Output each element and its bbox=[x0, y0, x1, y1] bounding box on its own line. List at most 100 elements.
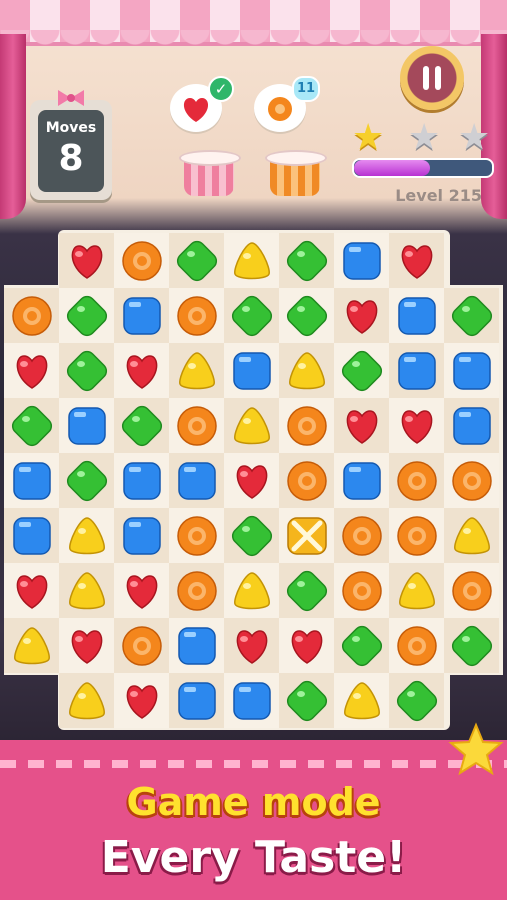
ring-candy-piece[interactable] bbox=[444, 563, 499, 618]
game-board[interactable] bbox=[4, 233, 499, 728]
heart-candy-piece[interactable] bbox=[59, 233, 114, 288]
yellow-candy-piece[interactable] bbox=[169, 343, 224, 398]
blue-candy-piece[interactable] bbox=[334, 453, 389, 508]
heart-candy-icon bbox=[71, 629, 102, 664]
blue-candy-piece[interactable] bbox=[444, 343, 499, 398]
blue-candy-piece[interactable] bbox=[59, 398, 114, 453]
banner-subtitle: Every Taste! bbox=[100, 832, 407, 883]
green-candy-piece[interactable] bbox=[224, 508, 279, 563]
ring-cup-rim bbox=[265, 150, 327, 166]
green-candy-piece[interactable] bbox=[279, 233, 334, 288]
blue-candy-piece[interactable] bbox=[114, 453, 169, 508]
ring-candy-piece[interactable] bbox=[114, 618, 169, 673]
green-candy-piece[interactable] bbox=[4, 398, 59, 453]
ring-candy-piece[interactable] bbox=[169, 398, 224, 453]
yellow-candy-piece[interactable] bbox=[224, 563, 279, 618]
yellow-candy-piece[interactable] bbox=[334, 673, 389, 728]
heart-candy-piece[interactable] bbox=[114, 563, 169, 618]
heart-candy-piece[interactable] bbox=[224, 453, 279, 508]
green-candy-piece[interactable] bbox=[279, 563, 334, 618]
yellow-candy-piece[interactable] bbox=[444, 508, 499, 563]
green-candy-piece[interactable] bbox=[59, 343, 114, 398]
blue-candy-piece[interactable] bbox=[334, 233, 389, 288]
ring-candy-piece[interactable] bbox=[169, 563, 224, 618]
heart-candy-piece[interactable] bbox=[389, 398, 444, 453]
ring-candy-piece[interactable] bbox=[279, 398, 334, 453]
heart-candy-piece[interactable] bbox=[59, 618, 114, 673]
pause-icon[interactable] bbox=[421, 64, 443, 92]
special-candy-piece[interactable] bbox=[279, 508, 334, 563]
ring-candy-icon bbox=[121, 625, 162, 666]
ring-candy-icon bbox=[176, 295, 217, 336]
yellow-candy-piece[interactable] bbox=[59, 508, 114, 563]
yellow-candy-piece[interactable] bbox=[279, 343, 334, 398]
ring-candy-icon bbox=[396, 460, 437, 501]
blue-candy-piece[interactable] bbox=[224, 673, 279, 728]
blue-candy-piece[interactable] bbox=[169, 618, 224, 673]
green-candy-icon bbox=[286, 240, 327, 281]
yellow-candy-piece[interactable] bbox=[389, 563, 444, 618]
heart-candy-piece[interactable] bbox=[334, 398, 389, 453]
green-candy-icon bbox=[286, 570, 327, 611]
ring-candy-piece[interactable] bbox=[444, 453, 499, 508]
green-candy-piece[interactable] bbox=[224, 288, 279, 343]
blue-candy-piece[interactable] bbox=[114, 288, 169, 343]
ring-candy-piece[interactable] bbox=[279, 453, 334, 508]
yellow-candy-piece[interactable] bbox=[224, 233, 279, 288]
yellow-candy-piece[interactable] bbox=[4, 618, 59, 673]
green-candy-piece[interactable] bbox=[59, 453, 114, 508]
blue-candy-piece[interactable] bbox=[169, 453, 224, 508]
ring-candy-icon bbox=[341, 570, 382, 611]
ring-candy-piece[interactable] bbox=[389, 618, 444, 673]
ring-candy-piece[interactable] bbox=[389, 508, 444, 563]
green-candy-icon bbox=[66, 295, 107, 336]
special-candy-icon bbox=[286, 516, 327, 555]
blue-candy-piece[interactable] bbox=[389, 343, 444, 398]
green-candy-piece[interactable] bbox=[444, 618, 499, 673]
heart-candy-piece[interactable] bbox=[389, 233, 444, 288]
blue-candy-piece[interactable] bbox=[224, 343, 279, 398]
heart-candy-piece[interactable] bbox=[334, 288, 389, 343]
blue-candy-icon bbox=[177, 681, 216, 720]
blue-candy-icon bbox=[122, 461, 161, 500]
heart-candy-piece[interactable] bbox=[4, 343, 59, 398]
green-candy-piece[interactable] bbox=[279, 288, 334, 343]
ring-candy-piece[interactable] bbox=[169, 508, 224, 563]
star-icon-empty: ★ bbox=[408, 117, 441, 158]
green-candy-piece[interactable] bbox=[59, 288, 114, 343]
blue-candy-piece[interactable] bbox=[4, 508, 59, 563]
green-candy-piece[interactable] bbox=[334, 618, 389, 673]
green-candy-piece[interactable] bbox=[114, 398, 169, 453]
green-candy-icon bbox=[66, 460, 107, 501]
heart-candy-piece[interactable] bbox=[114, 673, 169, 728]
heart-cup-rim bbox=[179, 150, 241, 166]
blue-candy-piece[interactable] bbox=[114, 508, 169, 563]
blue-candy-icon bbox=[67, 406, 106, 445]
heart-candy-piece[interactable] bbox=[4, 563, 59, 618]
green-candy-piece[interactable] bbox=[389, 673, 444, 728]
ring-candy-piece[interactable] bbox=[334, 563, 389, 618]
heart-candy-piece[interactable] bbox=[279, 618, 334, 673]
heart-candy-icon bbox=[401, 409, 432, 444]
blue-candy-piece[interactable] bbox=[389, 288, 444, 343]
ring-candy-piece[interactable] bbox=[4, 288, 59, 343]
blue-candy-piece[interactable] bbox=[4, 453, 59, 508]
blue-candy-piece[interactable] bbox=[444, 398, 499, 453]
ring-candy-icon bbox=[176, 570, 217, 611]
green-candy-piece[interactable] bbox=[169, 233, 224, 288]
ring-candy-piece[interactable] bbox=[114, 233, 169, 288]
yellow-candy-piece[interactable] bbox=[224, 398, 279, 453]
green-candy-piece[interactable] bbox=[444, 288, 499, 343]
star-icon-empty: ★ bbox=[458, 117, 491, 158]
blue-candy-piece[interactable] bbox=[169, 673, 224, 728]
yellow-candy-piece[interactable] bbox=[59, 563, 114, 618]
yellow-candy-piece[interactable] bbox=[59, 673, 114, 728]
green-candy-piece[interactable] bbox=[334, 343, 389, 398]
green-candy-piece[interactable] bbox=[279, 673, 334, 728]
heart-candy-icon bbox=[126, 574, 157, 609]
ring-candy-piece[interactable] bbox=[169, 288, 224, 343]
heart-candy-piece[interactable] bbox=[224, 618, 279, 673]
ring-candy-piece[interactable] bbox=[334, 508, 389, 563]
ring-candy-piece[interactable] bbox=[389, 453, 444, 508]
heart-candy-piece[interactable] bbox=[114, 343, 169, 398]
